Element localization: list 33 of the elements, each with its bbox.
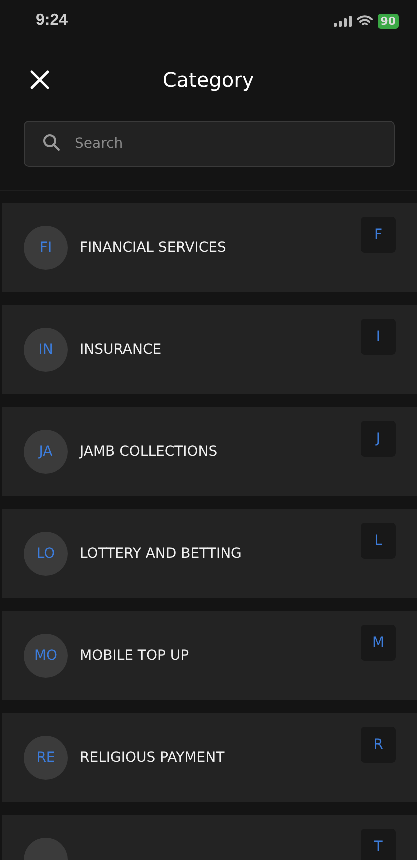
close-icon[interactable] [30,70,50,90]
index-letter: T [361,829,396,860]
index-letter: F [361,217,396,253]
index-letter: R [361,727,396,763]
category-row[interactable]: MO MOBILE TOP UP M [2,611,417,700]
initials-avatar: RE [24,736,68,780]
category-name: MOBILE TOP UP [80,648,190,664]
initials-avatar: JA [24,430,68,474]
category-name: FINANCIAL SERVICES [80,240,226,256]
initials-avatar: LO [24,532,68,576]
wifi-icon [356,15,373,27]
search-field[interactable]: Search [24,121,395,167]
status-time: 9:24 [36,12,68,30]
initials-avatar: MO [24,634,68,678]
index-letter: M [361,625,396,661]
index-letter: J [361,421,396,457]
index-letter: I [361,319,396,355]
category-row[interactable]: RE RELIGIOUS PAYMENT R [2,713,417,802]
category-row[interactable]: FI FINANCIAL SERVICES F [2,203,417,292]
category-name: INSURANCE [80,342,162,358]
index-letter: L [361,523,396,559]
category-name: RELIGIOUS PAYMENT [80,750,225,766]
page-title: Category [162,68,254,92]
category-row[interactable]: IN INSURANCE I [2,305,417,394]
category-row[interactable]: T [2,815,417,860]
initials-avatar: IN [24,328,68,372]
category-name: JAMB COLLECTIONS [80,444,218,460]
initials-avatar: FI [24,226,68,270]
category-name: LOTTERY AND BETTING [80,546,242,562]
signal-icon [334,16,352,26]
battery-level: 90 [378,14,399,28]
category-row[interactable]: JA JAMB COLLECTIONS J [2,407,417,496]
category-row[interactable]: LO LOTTERY AND BETTING L [2,509,417,598]
